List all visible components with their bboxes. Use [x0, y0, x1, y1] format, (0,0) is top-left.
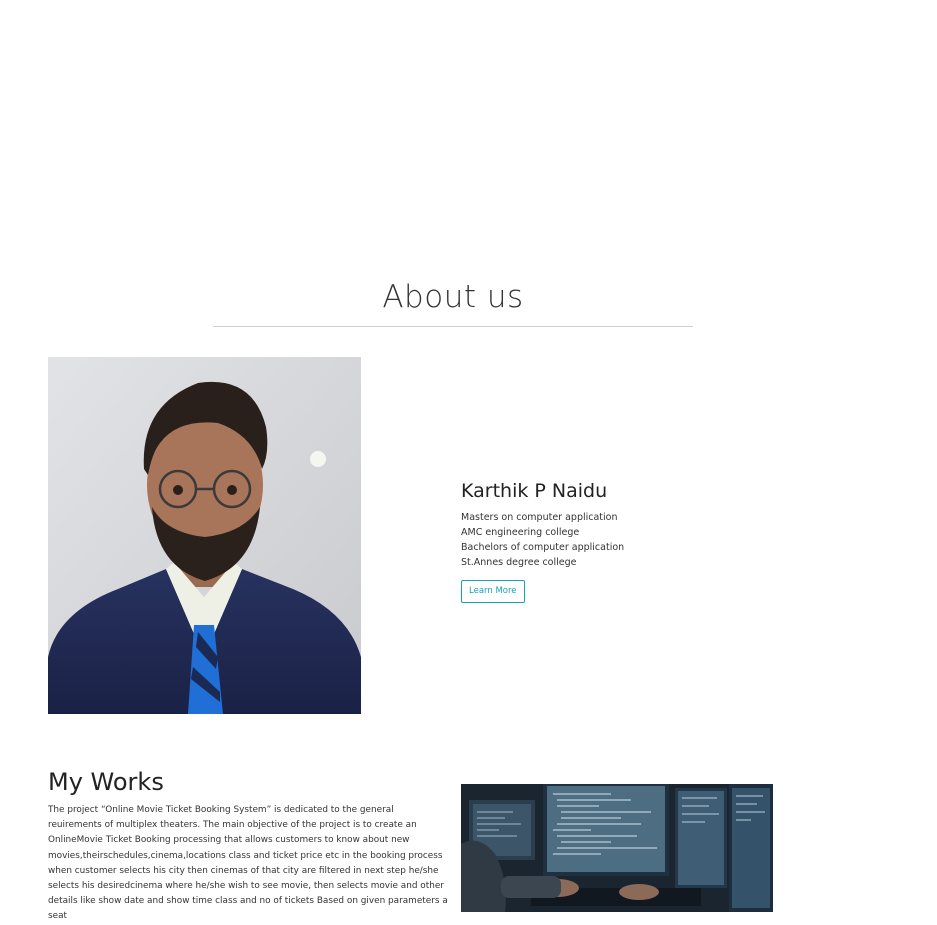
- profile-degree-bachelors: Bachelors of computer application: [461, 542, 625, 553]
- profile-college-masters: AMC engineering college: [461, 527, 580, 538]
- works-photo: [461, 784, 773, 912]
- profile-college-bachelors: St.Annes degree college: [461, 557, 577, 568]
- about-divider: [213, 326, 693, 327]
- profile-photo: [48, 357, 361, 714]
- profile-name: Karthik P Naidu: [461, 480, 608, 502]
- profile-card: Karthik P Naidu Masters on computer appl…: [461, 478, 761, 603]
- about-title: About us: [382, 279, 524, 315]
- learn-more-button[interactable]: Learn More: [461, 580, 525, 603]
- profile-degree-masters: Masters on computer application: [461, 512, 618, 523]
- works-title: My Works: [48, 768, 164, 796]
- works-description: The project “Online Movie Ticket Booking…: [48, 805, 448, 922]
